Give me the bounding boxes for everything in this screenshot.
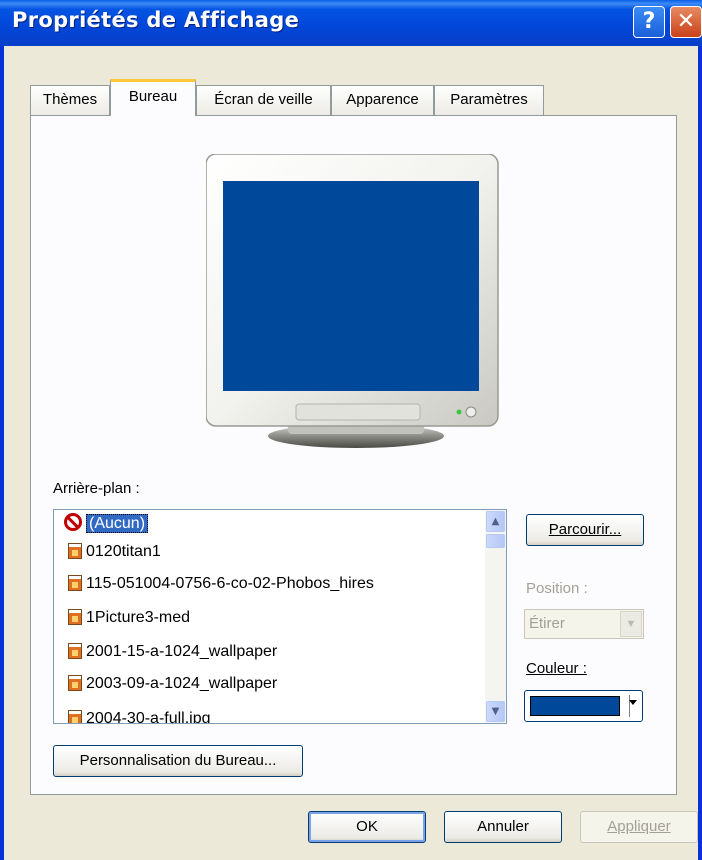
ok-button[interactable]: OK xyxy=(308,811,426,843)
image-file-icon xyxy=(68,643,82,659)
image-file-icon xyxy=(68,675,82,691)
tab-themes[interactable]: Thèmes xyxy=(30,85,110,115)
list-item[interactable]: 2004-30-a-full.jpg xyxy=(68,706,211,724)
desktop-tab-panel: Arrière-plan : (Aucun) 0120titan1 115-05… xyxy=(30,115,677,795)
help-button[interactable]: ? xyxy=(633,6,665,38)
color-picker-button[interactable] xyxy=(524,690,643,722)
position-value: Étirer xyxy=(529,615,565,632)
display-properties-window: Propriétés de Affichage ? ✕ Thèmes Burea… xyxy=(0,0,702,860)
image-file-icon xyxy=(68,543,82,559)
close-button[interactable]: ✕ xyxy=(670,6,702,38)
power-led-icon xyxy=(456,409,462,415)
background-listbox[interactable]: (Aucun) 0120titan1 115-051004-0756-6-co-… xyxy=(53,509,507,724)
list-item-label: 2001-15-a-1024_wallpaper xyxy=(86,643,278,660)
list-item[interactable]: 2001-15-a-1024_wallpaper xyxy=(68,639,277,665)
image-file-icon xyxy=(68,710,82,723)
cancel-button[interactable]: Annuler xyxy=(444,811,562,843)
image-file-icon xyxy=(68,575,82,591)
divider xyxy=(629,695,630,717)
none-icon xyxy=(64,513,82,531)
chevron-up-icon: ▲ xyxy=(491,516,500,527)
scroll-down-button[interactable]: ▼ xyxy=(486,701,505,722)
browse-button[interactable]: Parcourir... xyxy=(526,514,644,546)
list-item-label: 2004-30-a-full.jpg xyxy=(86,710,211,724)
vertical-scrollbar[interactable]: ▲ ▼ xyxy=(485,510,506,723)
caret-down-icon xyxy=(629,700,637,705)
monitor-panel xyxy=(295,403,421,421)
window-title: Propriétés de Affichage xyxy=(12,8,300,32)
apply-button[interactable]: Appliquer xyxy=(580,811,698,843)
position-label: Position : xyxy=(526,580,588,597)
chevron-down-icon: ▼ xyxy=(620,611,642,637)
list-item-label: 2003-09-a-1024_wallpaper xyxy=(86,675,278,692)
monitor-preview xyxy=(206,154,499,448)
image-file-icon xyxy=(68,609,82,625)
list-item-label: 0120titan1 xyxy=(86,543,161,560)
background-label: Arrière-plan : xyxy=(53,480,140,497)
position-select[interactable]: Étirer ▼ xyxy=(524,609,644,639)
color-swatch xyxy=(530,696,620,716)
color-label: Couleur : xyxy=(526,660,587,677)
list-item[interactable]: 0120titan1 xyxy=(68,539,161,565)
list-item[interactable]: 2003-09-a-1024_wallpaper xyxy=(68,671,277,697)
chevron-down-icon: ▼ xyxy=(491,706,500,717)
scroll-thumb[interactable] xyxy=(486,534,505,548)
tab-settings[interactable]: Paramètres xyxy=(434,85,544,115)
list-item[interactable]: 115-051004-0756-6-co-02-Phobos_hires xyxy=(68,571,374,597)
tab-desktop[interactable]: Bureau xyxy=(110,79,196,116)
list-item[interactable]: 1Picture3-med xyxy=(68,605,190,631)
desktop-preview-screen xyxy=(223,181,479,391)
list-item-label: 1Picture3-med xyxy=(86,609,191,626)
list-item-label: 115-051004-0756-6-co-02-Phobos_hires xyxy=(86,575,374,592)
tab-screensaver[interactable]: Écran de veille xyxy=(196,85,331,115)
tab-appearance[interactable]: Apparence xyxy=(331,85,434,115)
customize-desktop-button[interactable]: Personnalisation du Bureau... xyxy=(53,745,303,777)
power-button-icon xyxy=(465,406,477,418)
scroll-up-button[interactable]: ▲ xyxy=(486,511,505,532)
list-item-label: (Aucun) xyxy=(86,514,149,533)
list-item[interactable]: (Aucun) xyxy=(64,511,149,537)
title-bar[interactable]: Propriétés de Affichage ? ✕ xyxy=(0,0,702,46)
